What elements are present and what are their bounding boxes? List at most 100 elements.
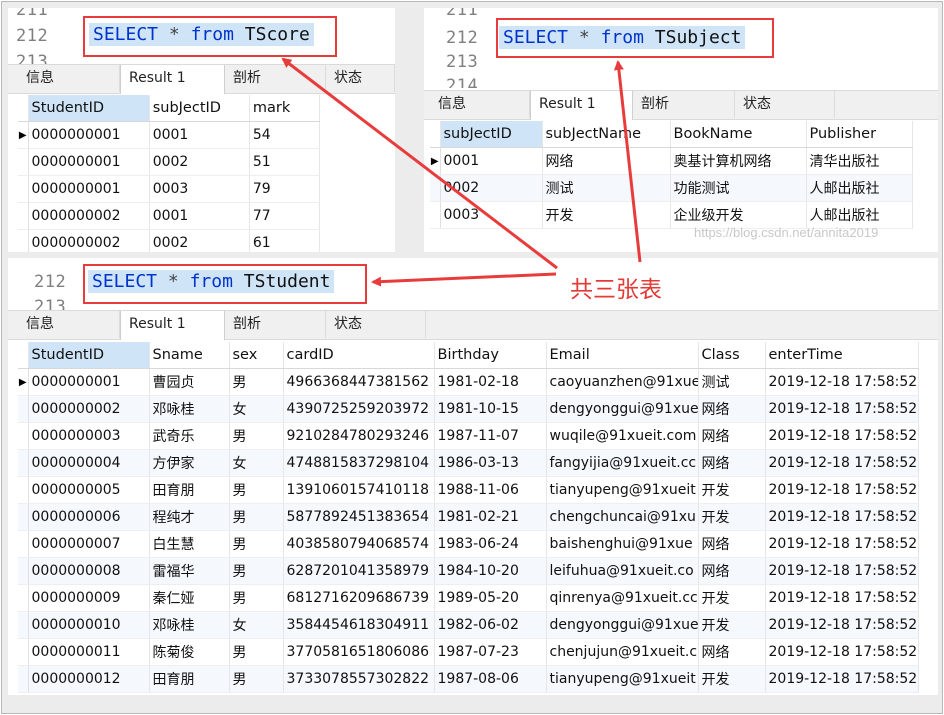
table-row[interactable]: 0002 测试 功能测试 人邮出版社 [430, 174, 913, 202]
table-cell[interactable]: 0000000007 [28, 530, 150, 558]
table-cell[interactable]: 男 [229, 530, 284, 558]
table-cell[interactable]: 网络 [542, 147, 671, 175]
table-row[interactable]: 0000000011 陈菊俊男 3770581651806086 1987-07-23… [18, 638, 919, 666]
column-header[interactable]: Publisher [806, 121, 913, 148]
table-cell[interactable]: 0000000001 [28, 368, 150, 396]
table-cell[interactable]: 3770581651806086 [283, 638, 435, 666]
column-header[interactable]: mark [249, 95, 321, 122]
column-header[interactable]: subJectID [149, 95, 250, 122]
table-cell[interactable]: 1986-03-13 [434, 449, 547, 477]
table-cell[interactable]: chengchuncai@91xu [546, 503, 699, 531]
table-cell[interactable]: 0002 [440, 174, 543, 202]
table-row[interactable]: 0000000012 田育朋男 3733078557302822 1987-08-06… [18, 665, 919, 693]
table-cell[interactable]: 4390725259203972 [283, 395, 435, 423]
table-cell[interactable]: 邓咏桂 [149, 395, 230, 423]
table-cell[interactable]: 男 [229, 557, 284, 585]
table-cell[interactable]: 1391060157410118 [283, 476, 435, 504]
table-cell[interactable]: 武奇乐 [149, 422, 230, 450]
column-header[interactable]: subJectName [542, 121, 671, 148]
column-header[interactable]: BookName [670, 121, 807, 148]
table-cell[interactable]: tianyupeng@91xueit [546, 476, 699, 504]
table-row[interactable]: 0000000002 邓咏桂女 4390725259203972 1981-10-15… [18, 395, 919, 423]
column-header[interactable]: Sname [149, 342, 230, 369]
column-header[interactable]: StudentID [28, 342, 150, 369]
table-cell[interactable]: 2019-12-18 17:58:52 [765, 395, 919, 423]
table-cell[interactable]: 0000000001 [28, 148, 150, 176]
table-row[interactable]: 0000000007 白生慧男 4038580794068574 1983-06-24… [18, 530, 919, 558]
table-cell[interactable]: 0000000004 [28, 449, 150, 477]
table-cell[interactable]: 男 [229, 422, 284, 450]
table-cell[interactable]: 1984-10-20 [434, 557, 547, 585]
table-cell[interactable]: 1982-06-02 [434, 611, 547, 639]
table-cell[interactable]: 开发 [698, 611, 766, 639]
table-cell[interactable]: 2019-12-18 17:58:52 [765, 422, 919, 450]
table-row[interactable]: 0000000006 程纯才男 5877892451383654 1981-02-21… [18, 503, 919, 531]
table-cell[interactable]: 男 [229, 638, 284, 666]
table-row[interactable]: 0000000003 武奇乐男 9210284780293246 1987-11-07… [18, 422, 919, 450]
table-cell[interactable]: 秦仁娅 [149, 584, 230, 612]
table-cell[interactable]: 2019-12-18 17:58:52 [765, 503, 919, 531]
table-cell[interactable]: 6812716209686739 [283, 584, 435, 612]
table-cell[interactable]: 0000000009 [28, 584, 150, 612]
table-cell[interactable]: 网络 [698, 530, 766, 558]
table-cell[interactable]: 网络 [698, 422, 766, 450]
table-cell[interactable]: 邓咏桂 [149, 611, 230, 639]
table-cell[interactable]: 79 [249, 175, 321, 203]
tab-status[interactable]: 状态 [735, 91, 835, 118]
tab-profile[interactable]: 剖析 [633, 91, 735, 118]
table-cell[interactable]: 0003 [149, 175, 250, 203]
table-cell[interactable]: 陈菊俊 [149, 638, 230, 666]
table-cell[interactable]: qinrenya@91xueit.cc [546, 584, 699, 612]
table-cell[interactable]: 0000000002 [28, 202, 150, 230]
table-cell[interactable]: 网络 [698, 395, 766, 423]
table-cell[interactable]: 开发 [542, 201, 671, 229]
table-cell[interactable]: 女 [229, 611, 284, 639]
table-cell[interactable]: 2019-12-18 17:58:52 [765, 476, 919, 504]
tab-status[interactable]: 状态 [326, 65, 395, 92]
tab-info[interactable]: 信息 [18, 311, 120, 338]
table-cell[interactable]: 奥基计算机网络 [670, 147, 807, 175]
tab-result-1[interactable]: Result 1 [530, 91, 633, 120]
column-header[interactable]: Birthday [434, 342, 547, 369]
tab-result-1[interactable]: Result 1 [120, 65, 225, 94]
table-cell[interactable]: 6287201041358979 [283, 557, 435, 585]
table-cell[interactable]: 人邮出版社 [806, 174, 913, 202]
table-cell[interactable]: 0000000006 [28, 503, 150, 531]
table-cell[interactable]: 2019-12-18 17:58:52 [765, 368, 919, 396]
table-cell[interactable]: 开发 [698, 503, 766, 531]
table-cell[interactable]: 男 [229, 584, 284, 612]
table-cell[interactable]: 1987-07-23 [434, 638, 547, 666]
table-row[interactable]: ▶ 0000000001 曹园贞男 4966368447381562 1981-02-1… [18, 368, 919, 396]
table-cell[interactable]: 女 [229, 395, 284, 423]
tab-result-1[interactable]: Result 1 [120, 311, 225, 340]
table-cell[interactable]: 0000000012 [28, 665, 150, 693]
tab-status[interactable]: 状态 [326, 311, 426, 338]
table-cell[interactable]: 0000000011 [28, 638, 150, 666]
table-cell[interactable]: baishenghui@91xue [546, 530, 699, 558]
table-cell[interactable]: 0000000008 [28, 557, 150, 585]
table-cell[interactable]: 1983-06-24 [434, 530, 547, 558]
table-cell[interactable]: 男 [229, 476, 284, 504]
table-cell[interactable]: 0000000003 [28, 422, 150, 450]
table-cell[interactable]: 1988-11-06 [434, 476, 547, 504]
table-row[interactable]: 0000000001 0003 79 [18, 175, 321, 203]
column-header[interactable]: Class [698, 342, 766, 369]
table-cell[interactable]: 54 [249, 121, 321, 149]
table-row[interactable]: 0000000002 0001 77 [18, 202, 321, 230]
table-cell[interactable]: 男 [229, 368, 284, 396]
table-cell[interactable]: 开发 [698, 584, 766, 612]
table-row[interactable]: 0000000008 雷福华男 6287201041358979 1984-10-20… [18, 557, 919, 585]
table-cell[interactable]: 男 [229, 665, 284, 693]
table-cell[interactable]: 4966368447381562 [283, 368, 435, 396]
table-cell[interactable]: 网络 [698, 638, 766, 666]
table-cell[interactable]: 4038580794068574 [283, 530, 435, 558]
table-cell[interactable]: 清华出版社 [806, 147, 913, 175]
table-cell[interactable]: chenjujun@91xueit.c [546, 638, 699, 666]
table-cell[interactable]: 测试 [698, 368, 766, 396]
column-header[interactable]: Email [546, 342, 699, 369]
table-row[interactable]: ▶ 0000000001 0001 54 [18, 121, 321, 149]
table-cell[interactable]: 3733078557302822 [283, 665, 435, 693]
column-header[interactable]: sex [229, 342, 284, 369]
table-cell[interactable]: 0000000001 [28, 175, 150, 203]
table-cell[interactable]: 程纯才 [149, 503, 230, 531]
